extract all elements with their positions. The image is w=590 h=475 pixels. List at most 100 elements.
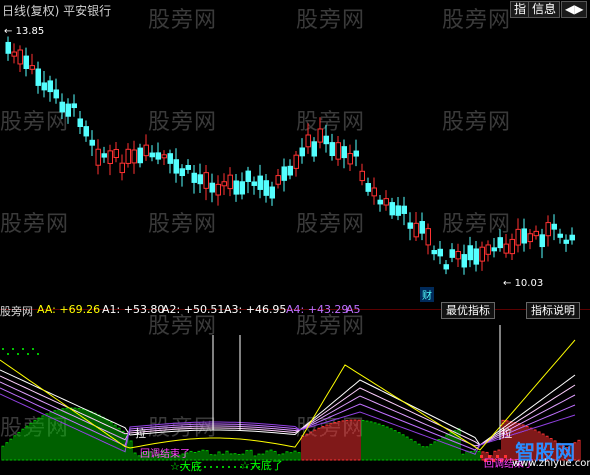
candle-body <box>545 222 551 237</box>
indicator-bar <box>373 422 377 461</box>
indicator-a1: A1: +53.80 <box>102 303 165 316</box>
candle-body <box>95 148 101 166</box>
candle-body <box>53 89 59 99</box>
candle-body <box>413 222 419 238</box>
indicator-bar <box>377 423 381 461</box>
indicator-a2: A2: +50.51 <box>162 303 225 316</box>
dot-marker <box>480 455 483 458</box>
indicator-bar <box>393 430 397 461</box>
candle-body <box>203 172 209 189</box>
finance-marker[interactable]: 财 <box>420 287 434 302</box>
indicator-bar <box>57 409 61 461</box>
candle-body <box>155 152 161 160</box>
dot-marker <box>210 466 212 468</box>
candle-body <box>83 126 89 137</box>
candle-body <box>377 199 383 205</box>
candle-body <box>293 154 299 169</box>
candle-body <box>461 254 467 268</box>
indicator-bar <box>389 428 393 461</box>
candle-body <box>533 230 539 237</box>
candle-body <box>407 222 413 229</box>
dot-marker <box>37 353 39 355</box>
indicator-bar <box>413 441 417 461</box>
dot-marker <box>12 348 14 350</box>
candle-body <box>527 233 533 243</box>
candle-body <box>341 146 347 159</box>
indicator-bar <box>209 454 213 461</box>
indicator-bar <box>297 452 301 461</box>
candle-body <box>299 147 305 157</box>
indicator-bar <box>13 435 17 461</box>
indicator-bar <box>213 454 217 461</box>
candle-body <box>521 228 527 244</box>
indicator-bar <box>117 427 121 461</box>
candle-body <box>515 228 521 246</box>
indicator-bar <box>49 411 53 461</box>
candle-body <box>161 154 167 159</box>
candle-body <box>125 148 131 164</box>
indicator-bar <box>441 436 445 461</box>
indicator-bar <box>21 428 25 461</box>
candle-body <box>269 186 275 199</box>
indicator-bar <box>225 450 229 461</box>
indicator-bar <box>465 450 469 461</box>
candle-body <box>509 238 515 255</box>
indicator-bar <box>1 445 5 461</box>
candle-body <box>275 175 281 185</box>
indicator-a3: A3: +46.95 <box>224 303 287 316</box>
indicator-bar <box>381 424 385 461</box>
indicator-bar <box>129 440 133 461</box>
dot-marker <box>234 466 236 468</box>
indicator-bar <box>305 433 309 461</box>
kline-chart-area[interactable] <box>0 0 590 475</box>
candle-body <box>317 128 323 143</box>
indicator-description-button[interactable]: 指标说明 <box>526 302 580 319</box>
candle-body <box>323 135 329 145</box>
candle-body <box>455 250 461 260</box>
candle-body <box>77 118 83 128</box>
high-price-value: 13.85 <box>15 26 45 37</box>
candle-body <box>431 250 437 255</box>
candle-body <box>425 228 431 246</box>
big-bottom-marker: ☆大底 <box>170 460 202 473</box>
indicator-bar <box>29 422 33 461</box>
candle-body <box>467 245 473 261</box>
candle-body <box>449 249 455 258</box>
indicator-bar <box>341 420 345 461</box>
indicator-bar <box>337 421 341 461</box>
indicator-bar <box>409 438 413 461</box>
candle-body <box>5 41 11 54</box>
indicator-name[interactable]: 股旁网 <box>0 303 33 319</box>
candle-body <box>329 142 335 157</box>
indicator-bar <box>437 438 441 461</box>
indicator-bar <box>369 421 373 461</box>
candle-body <box>257 175 263 190</box>
candle-body <box>287 165 293 176</box>
candle-body <box>11 51 17 57</box>
candle-body <box>491 247 497 252</box>
candle-body <box>101 153 107 158</box>
candle-body <box>539 234 545 248</box>
indicator-bar <box>321 426 325 461</box>
candle-body <box>113 148 119 159</box>
candle-body <box>371 187 377 197</box>
candle-body <box>185 165 191 170</box>
big-bottom-marker: ☆大底了 <box>240 459 283 472</box>
candle-body <box>383 198 389 206</box>
best-indicator-button[interactable]: 最优指标 <box>441 302 495 319</box>
indicator-bar <box>397 432 401 461</box>
indicator-bar <box>417 443 421 461</box>
high-price-label: ← 13.85 <box>4 26 45 37</box>
indicator-aa: AA: +69.26 <box>37 303 101 316</box>
candle-body <box>245 170 251 182</box>
candle-body <box>215 183 221 196</box>
candle-body <box>227 174 233 190</box>
candle-body <box>143 144 149 157</box>
indicator-bar <box>69 407 73 461</box>
dot-marker <box>2 348 4 350</box>
candle-body <box>353 150 359 157</box>
dot-marker <box>204 466 206 468</box>
indicator-bar <box>329 423 333 461</box>
indicator-bar <box>433 441 437 461</box>
candle-body <box>17 49 23 65</box>
